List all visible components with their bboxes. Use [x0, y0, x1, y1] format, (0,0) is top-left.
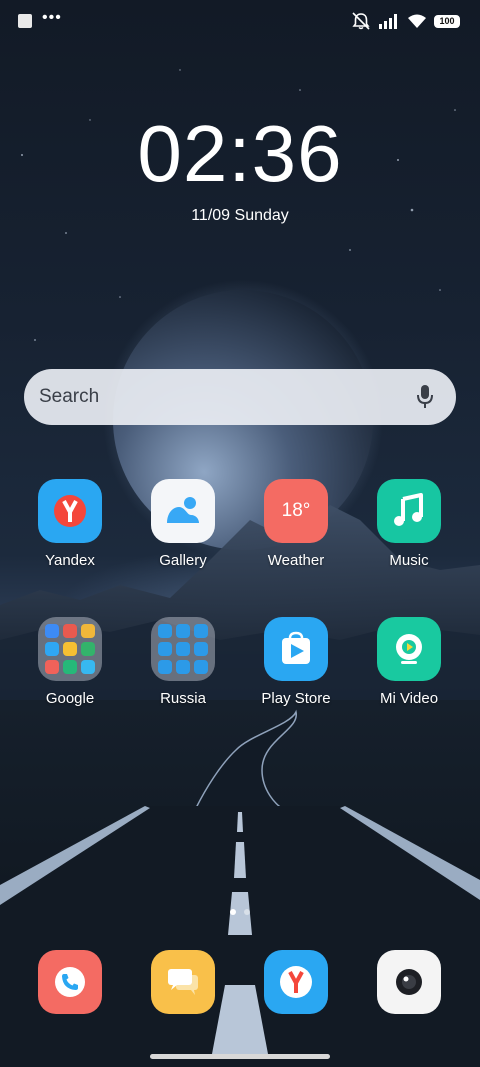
- microphone-icon[interactable]: [416, 384, 434, 410]
- maps-app-icon: [45, 642, 59, 656]
- folder-app-icon: [194, 624, 208, 638]
- app-weather[interactable]: 18° Weather: [246, 479, 346, 570]
- folder-russia[interactable]: Russia: [133, 617, 233, 708]
- gmail-app-icon: [81, 624, 95, 638]
- status-right: 100: [351, 12, 460, 30]
- app-label: Russia: [160, 690, 206, 707]
- notification-square-icon: [18, 14, 32, 28]
- folder-app-icon: [158, 660, 172, 674]
- cellular-signal-icon: [379, 14, 397, 29]
- folder-app-icon: [158, 624, 172, 638]
- battery-icon: 100: [434, 14, 460, 28]
- page-indicator: [0, 909, 480, 915]
- russia-folder-icon: [151, 617, 215, 681]
- status-bar: ••• 100: [0, 0, 480, 42]
- photos-app-icon: [81, 660, 95, 674]
- status-left: •••: [18, 9, 62, 28]
- app-label: Play Store: [261, 690, 331, 707]
- camera-icon: [377, 950, 441, 1014]
- folder-app-icon: [194, 660, 208, 674]
- app-gallery[interactable]: Gallery: [133, 479, 233, 570]
- clock-time[interactable]: 02:36: [0, 106, 480, 202]
- silent-bell-icon: [352, 12, 370, 30]
- youtube-app-icon: [45, 660, 59, 674]
- app-play-store[interactable]: Play Store: [246, 617, 346, 708]
- folder-app-icon: [176, 624, 190, 638]
- app-label: Mi Video: [379, 690, 439, 707]
- dock-yandex-browser[interactable]: [246, 950, 346, 1014]
- app-label: Gallery: [159, 552, 207, 569]
- folder-app-icon: [194, 642, 208, 656]
- more-notifications-icon: •••: [42, 9, 62, 26]
- google-app-icon: [45, 624, 59, 638]
- folder-app-icon: [176, 642, 190, 656]
- home-indicator[interactable]: [150, 1054, 330, 1059]
- app-mi-video[interactable]: Mi Video: [359, 617, 459, 708]
- phone-icon: [38, 950, 102, 1014]
- yandex-icon: [38, 479, 102, 543]
- play-store-icon: [264, 617, 328, 681]
- messages-icon: [151, 950, 215, 1014]
- app-label: Yandex: [45, 552, 95, 569]
- keep-app-icon: [63, 642, 77, 656]
- music-icon: [377, 479, 441, 543]
- page-dot[interactable]: [244, 909, 250, 915]
- wifi-icon: [408, 14, 426, 28]
- weather-icon: 18°: [264, 479, 328, 543]
- search-bar[interactable]: Search: [24, 369, 456, 425]
- gallery-icon: [151, 479, 215, 543]
- dock-phone[interactable]: [20, 950, 120, 1014]
- chrome-app-icon: [63, 624, 77, 638]
- search-placeholder: Search: [39, 386, 100, 407]
- folder-app-icon: [176, 660, 190, 674]
- app-label: Google: [45, 690, 95, 707]
- app-music[interactable]: Music: [359, 479, 459, 570]
- page-dot-active[interactable]: [230, 909, 236, 915]
- clock-date[interactable]: 11/09 Sunday: [0, 206, 480, 226]
- google-folder-icon: [38, 617, 102, 681]
- meet-app-icon: [63, 660, 77, 674]
- yandex-browser-icon: [264, 950, 328, 1014]
- dock-messages[interactable]: [133, 950, 233, 1014]
- mi-video-icon: [377, 617, 441, 681]
- folder-app-icon: [158, 642, 172, 656]
- app-label: Music: [389, 552, 429, 569]
- app-label: Weather: [267, 552, 325, 569]
- app-yandex[interactable]: Yandex: [20, 479, 120, 570]
- folder-google[interactable]: Google: [20, 617, 120, 708]
- drive-app-icon: [81, 642, 95, 656]
- dock-camera[interactable]: [359, 950, 459, 1014]
